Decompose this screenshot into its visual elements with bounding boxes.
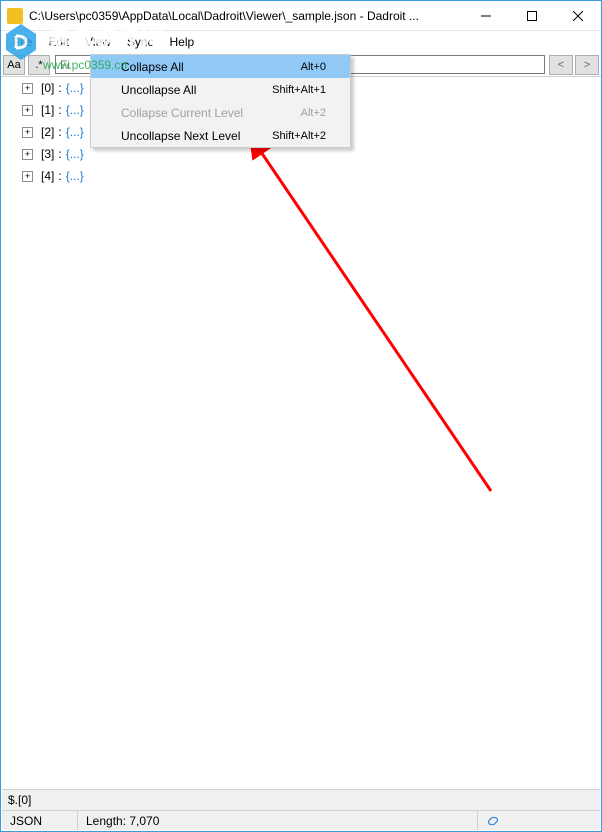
tree-colon: : — [58, 125, 61, 139]
tree-colon: : — [58, 103, 61, 117]
window-controls — [463, 1, 601, 31]
tree-key: [1] — [41, 103, 54, 117]
next-button[interactable]: > — [575, 55, 599, 75]
menu-view[interactable]: View — [77, 33, 119, 51]
close-button[interactable] — [555, 1, 601, 31]
ctx-shortcut: Shift+Alt+1 — [272, 84, 326, 96]
tree-colon: : — [58, 81, 61, 95]
regex-button[interactable]: .* — [28, 55, 50, 75]
ctx-label: Collapse All — [121, 60, 301, 74]
tree-key: [3] — [41, 147, 54, 161]
menu-sync[interactable]: Sync — [119, 33, 162, 51]
tree-key: [2] — [41, 125, 54, 139]
app-icon — [7, 8, 23, 24]
expand-icon[interactable]: + — [22, 149, 33, 160]
tree-key: [4] — [41, 169, 54, 183]
expand-icon[interactable]: + — [22, 83, 33, 94]
tree-colon: : — [58, 169, 61, 183]
maximize-icon — [527, 11, 537, 21]
status-length: Length: 7,070 — [78, 811, 478, 830]
tree-value: {...} — [66, 103, 84, 117]
ctx-shortcut: Alt+0 — [301, 61, 326, 73]
status-path-bar: $.[0] — [2, 789, 600, 810]
ctx-label: Uncollapse Next Level — [121, 129, 272, 143]
ctx-collapse-current: Collapse Current Level Alt+2 — [91, 101, 350, 124]
tree-row[interactable]: + [4] : {...} — [2, 165, 600, 187]
nav-group: < > — [549, 55, 599, 75]
tree-value: {...} — [66, 81, 84, 95]
ctx-uncollapse-all[interactable]: Uncollapse All Shift+Alt+1 — [91, 78, 350, 101]
ctx-uncollapse-next[interactable]: Uncollapse Next Level Shift+Alt+2 — [91, 124, 350, 147]
minimize-button[interactable] — [463, 1, 509, 31]
ctx-shortcut: Shift+Alt+2 — [272, 130, 326, 142]
expand-icon[interactable]: + — [22, 127, 33, 138]
expand-icon[interactable]: + — [22, 105, 33, 116]
context-menu: Collapse All Alt+0 Uncollapse All Shift+… — [90, 54, 351, 148]
menu-help[interactable]: Help — [162, 33, 203, 51]
window-title: C:\Users\pc0359\AppData\Local\Dadroit\Vi… — [29, 9, 463, 23]
menubar: File Edit View Sync Help — [1, 31, 601, 53]
titlebar: C:\Users\pc0359\AppData\Local\Dadroit\Vi… — [1, 1, 601, 31]
menu-edit[interactable]: Edit — [40, 33, 77, 51]
status-link — [478, 811, 600, 830]
status-bar: JSON Length: 7,070 — [2, 810, 600, 830]
minimize-icon — [481, 11, 491, 21]
tree-key: [0] — [41, 81, 54, 95]
prev-button[interactable]: < — [549, 55, 573, 75]
ctx-label: Uncollapse All — [121, 83, 272, 97]
status-type: JSON — [2, 811, 78, 830]
menu-file[interactable]: File — [5, 33, 40, 51]
tree-colon: : — [58, 147, 61, 161]
tree-view[interactable]: + [0] : {...} + [1] : {...} + [2] : {...… — [2, 77, 600, 789]
expand-icon[interactable]: + — [22, 171, 33, 182]
link-icon — [486, 814, 500, 828]
tree-value: {...} — [66, 169, 84, 183]
json-path: $.[0] — [8, 793, 31, 807]
maximize-button[interactable] — [509, 1, 555, 31]
ctx-collapse-all[interactable]: Collapse All Alt+0 — [91, 55, 350, 78]
tree-value: {...} — [66, 125, 84, 139]
case-sensitive-button[interactable]: Aa — [3, 55, 25, 75]
close-icon — [573, 11, 583, 21]
tree-value: {...} — [66, 147, 84, 161]
ctx-shortcut: Alt+2 — [301, 107, 326, 119]
ctx-label: Collapse Current Level — [121, 106, 301, 120]
